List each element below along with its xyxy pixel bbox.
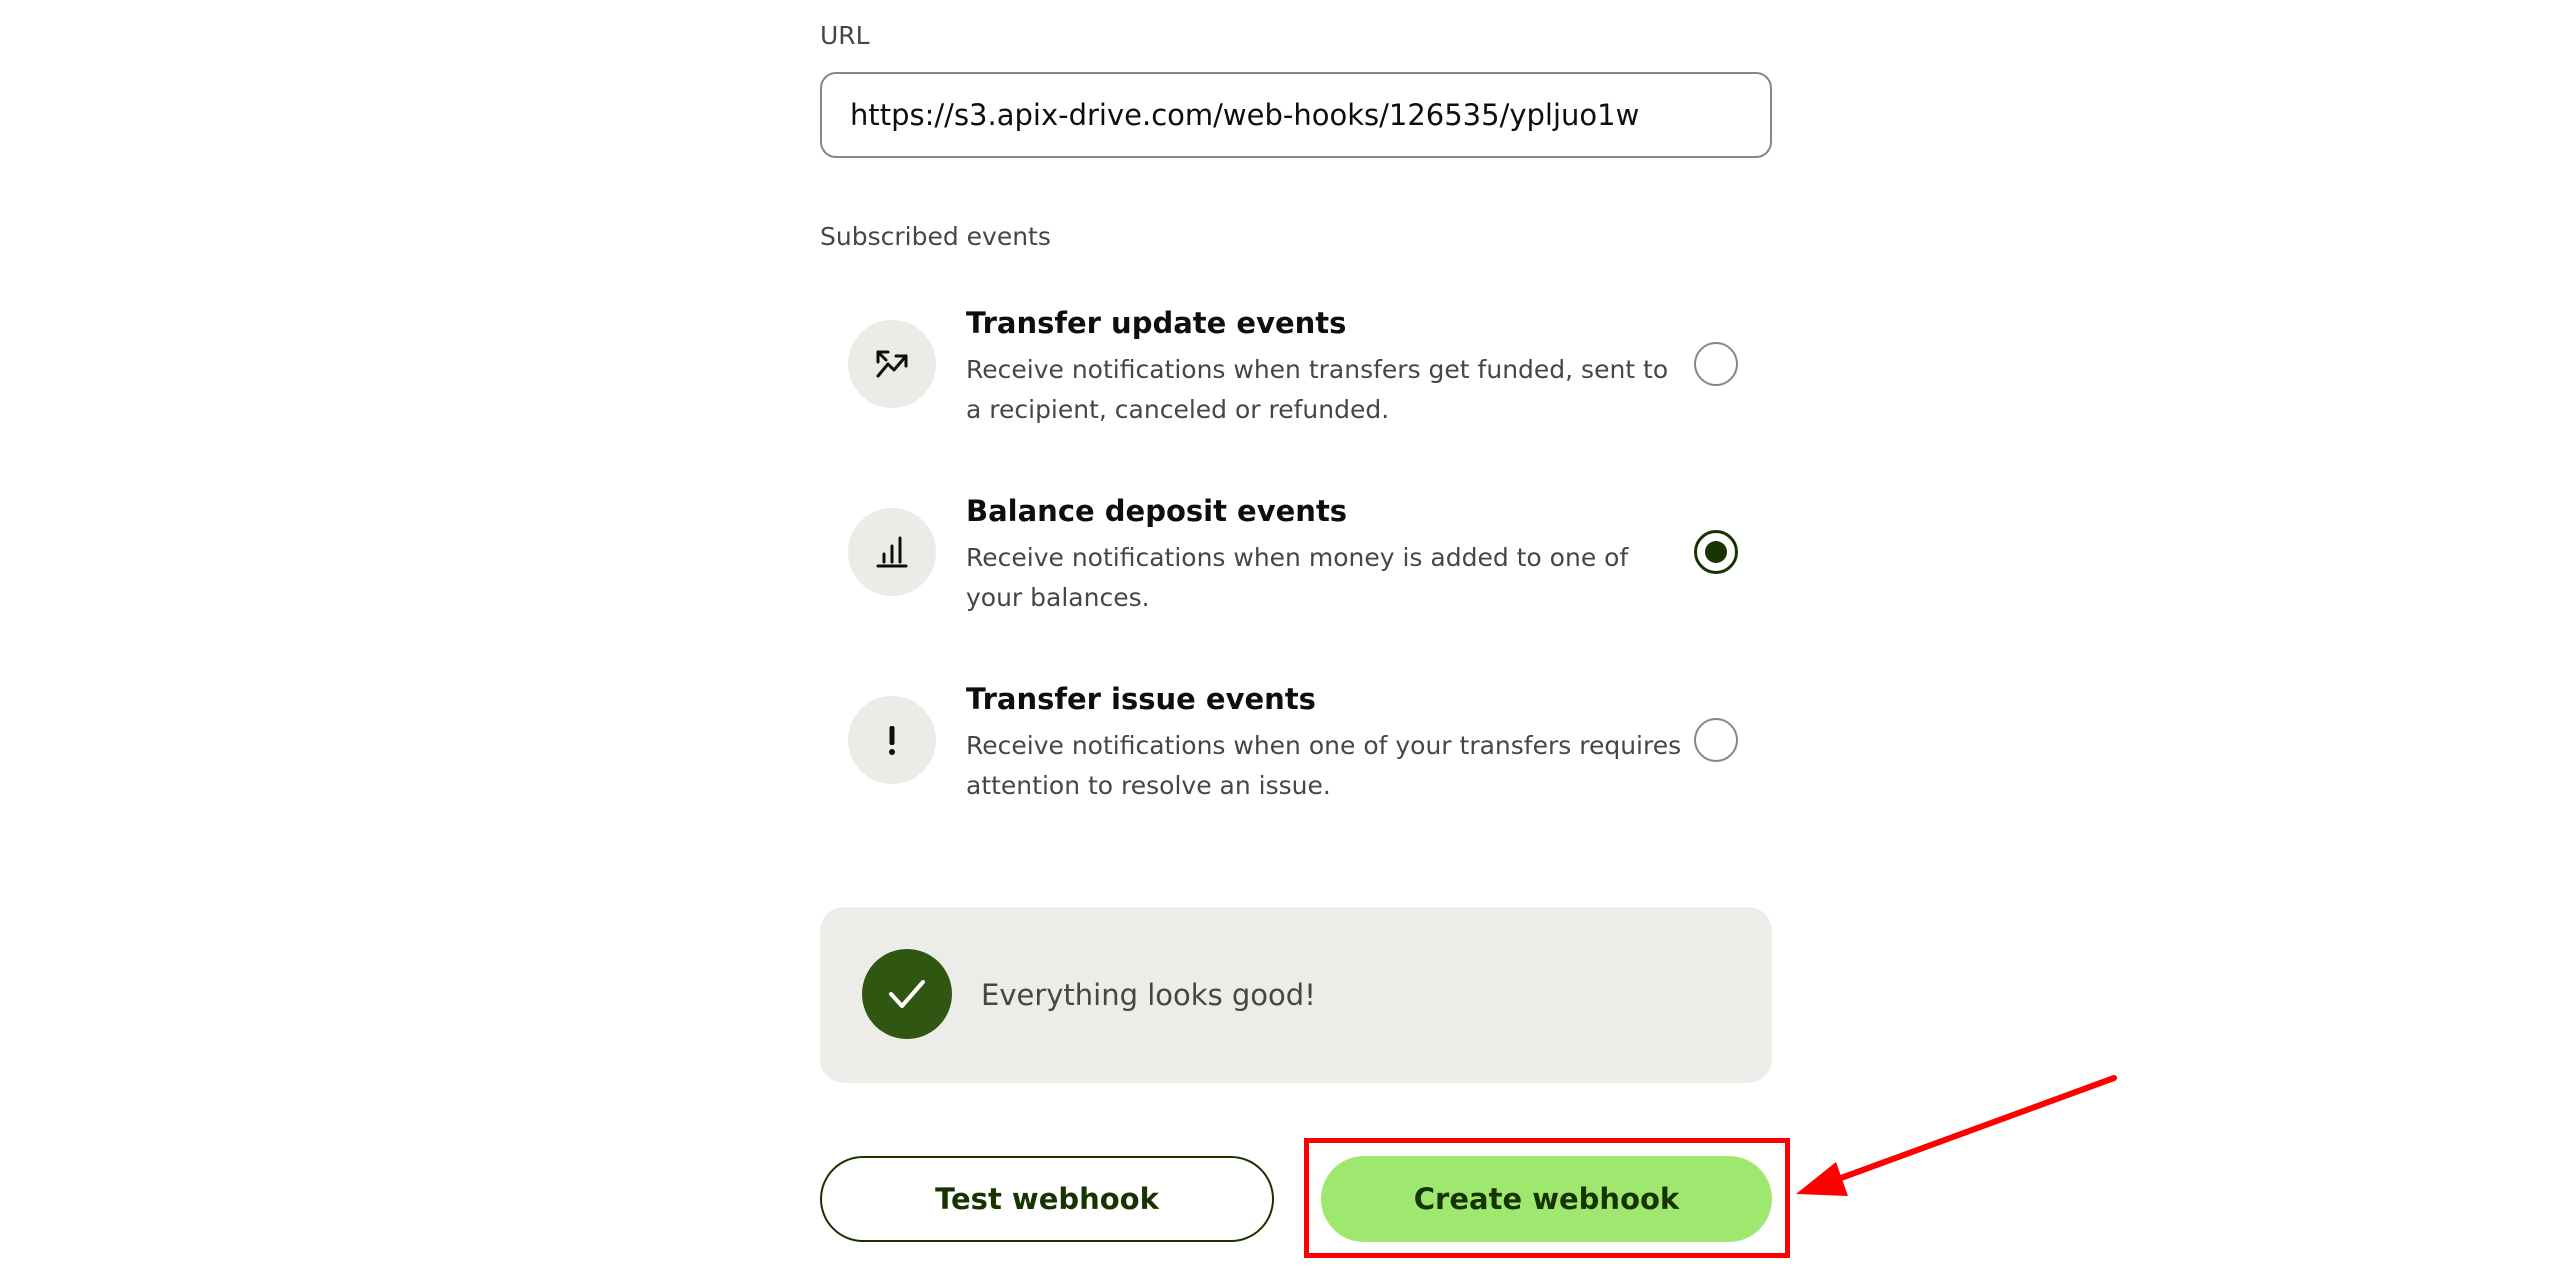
event-transfer-update: Transfer update events Receive notificat… [846, 306, 1746, 470]
webhook-form: URL Subscribed events Transfer update ev… [0, 0, 2560, 1284]
url-input[interactable] [820, 72, 1772, 158]
event-balance-deposit: Balance deposit events Receive notificat… [846, 494, 1746, 658]
trending-up-arrow-icon [848, 320, 936, 408]
checkmark-icon [862, 949, 952, 1039]
event-title: Transfer update events [966, 306, 1347, 340]
status-banner: Everything looks good! [820, 907, 1772, 1083]
annotation-arrow-icon [1796, 1075, 2117, 1196]
event-transfer-issue: Transfer issue events Receive notificati… [846, 682, 1746, 846]
status-message: Everything looks good! [981, 978, 1316, 1012]
event-radio-transfer-issue[interactable] [1694, 718, 1738, 762]
url-label: URL [820, 21, 870, 50]
event-description: Receive notifications when one of your t… [966, 731, 1682, 800]
event-title: Transfer issue events [966, 682, 1316, 716]
event-description: Receive notifications when transfers get… [966, 355, 1669, 424]
event-description: Receive notifications when money is adde… [966, 543, 1629, 612]
exclamation-icon [848, 696, 936, 784]
event-radio-transfer-update[interactable] [1694, 342, 1738, 386]
event-radio-balance-deposit[interactable] [1694, 530, 1738, 574]
test-webhook-button[interactable]: Test webhook [820, 1156, 1274, 1242]
annotation-highlight-box [1304, 1138, 1790, 1258]
event-title: Balance deposit events [966, 494, 1348, 528]
subscribed-events-label: Subscribed events [820, 222, 1051, 251]
bar-chart-icon [848, 508, 936, 596]
